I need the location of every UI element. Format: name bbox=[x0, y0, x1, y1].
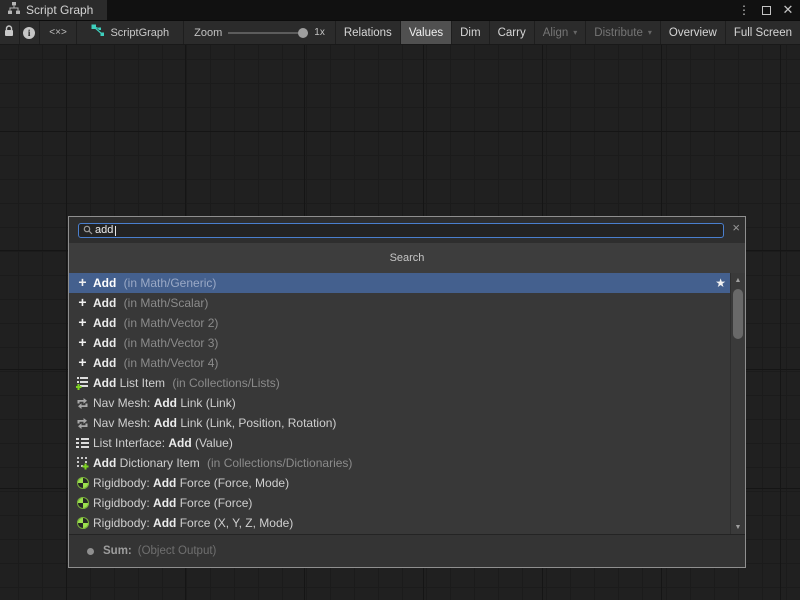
plus-icon: + bbox=[75, 297, 90, 309]
favorite-star-icon[interactable]: ★ bbox=[715, 277, 726, 289]
rigidbody-icon bbox=[75, 517, 90, 529]
results-area: +Add (in Math/Generic)★+Add (in Math/Sca… bbox=[69, 273, 745, 534]
toolbar-button-dim[interactable]: Dim bbox=[451, 21, 488, 44]
chevron-down-icon: ▾ bbox=[573, 28, 577, 37]
result-item-label: Add (in Math/Scalar) bbox=[93, 296, 208, 310]
scroll-down-icon[interactable]: ▼ bbox=[731, 521, 745, 533]
close-icon[interactable]: ✕ bbox=[780, 2, 796, 18]
plus-icon: + bbox=[75, 277, 90, 289]
toolbar-button-relations[interactable]: Relations bbox=[335, 21, 400, 44]
navmesh-icon bbox=[75, 417, 90, 430]
toolbar-button-values[interactable]: Values bbox=[400, 21, 451, 44]
result-item-label: Rigidbody: Add Force (X, Y, Z, Mode) bbox=[93, 516, 293, 530]
script-graph-window: Script Graph ⋮ ✕ i <×> bbox=[0, 0, 800, 600]
window-controls: ⋮ ✕ bbox=[736, 0, 796, 20]
footer-port-detail: (Object Output) bbox=[138, 545, 217, 557]
chevron-down-icon: ▾ bbox=[648, 28, 652, 37]
result-item-label: Add Dictionary Item (in Collections/Dict… bbox=[93, 456, 352, 470]
zoom-control: Zoom 1x bbox=[184, 21, 335, 44]
plus-icon: + bbox=[75, 337, 90, 349]
list-icon bbox=[75, 437, 90, 449]
result-item[interactable]: +Add (in Math/Vector 2) bbox=[69, 313, 730, 333]
result-item-label: Rigidbody: Add Force (Force) bbox=[93, 496, 252, 510]
toolbar-button-distribute[interactable]: Distribute▾ bbox=[585, 21, 660, 44]
result-item[interactable]: Rigidbody: Add Force (X, Y, Z, Mode) bbox=[69, 513, 730, 533]
footer-port-label: Sum: bbox=[103, 545, 132, 557]
tab-script-graph[interactable]: Script Graph bbox=[0, 0, 107, 20]
lock-button[interactable] bbox=[0, 21, 20, 44]
code-button[interactable]: <×> bbox=[40, 21, 78, 44]
result-item[interactable]: Rigidbody: Add Force (Force, Mode) bbox=[69, 473, 730, 493]
navmesh-icon bbox=[75, 397, 90, 410]
result-item[interactable]: Add Dictionary Item (in Collections/Dict… bbox=[69, 453, 730, 473]
scroll-up-icon[interactable]: ▲ bbox=[731, 274, 745, 286]
result-item[interactable]: Nav Mesh: Add Link (Link, Position, Rota… bbox=[69, 413, 730, 433]
result-item-label: List Interface: Add (Value) bbox=[93, 436, 233, 450]
graph-breadcrumb[interactable]: ScriptGraph bbox=[77, 21, 184, 44]
graph-toolbar: i <×> ScriptGraph Zoom 1x bbox=[0, 20, 800, 45]
search-row: add × bbox=[69, 217, 745, 243]
result-item[interactable]: List Interface: Add (Value) bbox=[69, 433, 730, 453]
maximize-icon[interactable] bbox=[758, 2, 774, 18]
zoom-slider[interactable] bbox=[228, 27, 308, 39]
zoom-value: 1x bbox=[314, 27, 325, 38]
toolbar-button-carry[interactable]: Carry bbox=[489, 21, 534, 44]
result-item-label: Rigidbody: Add Force (Force, Mode) bbox=[93, 476, 289, 490]
result-item[interactable]: Nav Mesh: Add Link (Link) bbox=[69, 393, 730, 413]
result-item-label: Add (in Math/Vector 2) bbox=[93, 316, 218, 330]
search-query-text: add bbox=[95, 225, 113, 236]
plus-icon: + bbox=[75, 317, 90, 329]
result-item-label: Add (in Math/Vector 4) bbox=[93, 356, 218, 370]
rigidbody-icon bbox=[75, 497, 90, 509]
toolbar-buttons: RelationsValuesDimCarryAlign▾Distribute▾… bbox=[335, 21, 800, 44]
scrollbar[interactable]: ▲ ▼ bbox=[730, 273, 745, 534]
info-button[interactable]: i bbox=[20, 21, 40, 44]
result-item[interactable]: +Add (in Math/Vector 3) bbox=[69, 333, 730, 353]
lock-icon bbox=[4, 24, 14, 42]
scriptgraph-icon bbox=[91, 24, 105, 42]
info-icon: i bbox=[23, 27, 35, 39]
result-item[interactable]: +Add (in Math/Generic) ★ bbox=[69, 273, 730, 293]
list-add-icon bbox=[75, 376, 90, 390]
plus-icon: + bbox=[75, 357, 90, 369]
title-bar: Script Graph ⋮ ✕ bbox=[0, 0, 800, 20]
result-item[interactable]: +Add (in Math/Scalar) bbox=[69, 293, 730, 313]
dot-icon bbox=[87, 548, 94, 555]
zoom-slider-knob[interactable] bbox=[298, 28, 308, 38]
finder-footer: Sum: (Object Output) bbox=[69, 534, 745, 567]
fuzzy-finder-panel: add × Search +Add (in Math/Generic)★+Add… bbox=[68, 216, 746, 568]
clear-icon[interactable]: × bbox=[732, 221, 740, 234]
tab-title: Script Graph bbox=[26, 3, 93, 17]
result-item[interactable]: Add List Item (in Collections/Lists) bbox=[69, 373, 730, 393]
dict-add-icon bbox=[75, 456, 90, 470]
menu-icon[interactable]: ⋮ bbox=[736, 2, 752, 18]
toolbar-button-full-screen[interactable]: Full Screen bbox=[725, 21, 800, 44]
toolbar-button-overview[interactable]: Overview bbox=[660, 21, 725, 44]
toolbar-button-align[interactable]: Align▾ bbox=[534, 21, 586, 44]
search-input[interactable]: add bbox=[78, 223, 724, 238]
graph-hierarchy-icon bbox=[8, 1, 20, 19]
zoom-slider-track bbox=[228, 32, 308, 34]
scrollbar-thumb[interactable] bbox=[733, 289, 743, 339]
result-list: +Add (in Math/Generic)★+Add (in Math/Sca… bbox=[69, 273, 730, 533]
result-item[interactable]: Rigidbody: Add Force (Force) bbox=[69, 493, 730, 513]
result-item[interactable]: +Add (in Math/Vector 4) bbox=[69, 353, 730, 373]
graph-name-label: ScriptGraph bbox=[110, 27, 169, 39]
results-header: Search bbox=[69, 243, 745, 273]
code-icon: <×> bbox=[49, 27, 67, 38]
search-icon bbox=[83, 222, 93, 240]
text-cursor bbox=[115, 226, 116, 236]
zoom-label: Zoom bbox=[194, 27, 222, 39]
result-item-label: Add (in Math/Generic) bbox=[93, 276, 216, 290]
result-item-label: Add List Item (in Collections/Lists) bbox=[93, 376, 280, 390]
rigidbody-icon bbox=[75, 477, 90, 489]
result-item-label: Nav Mesh: Add Link (Link) bbox=[93, 396, 236, 410]
result-item-label: Add (in Math/Vector 3) bbox=[93, 336, 218, 350]
result-item-label: Nav Mesh: Add Link (Link, Position, Rota… bbox=[93, 416, 336, 430]
